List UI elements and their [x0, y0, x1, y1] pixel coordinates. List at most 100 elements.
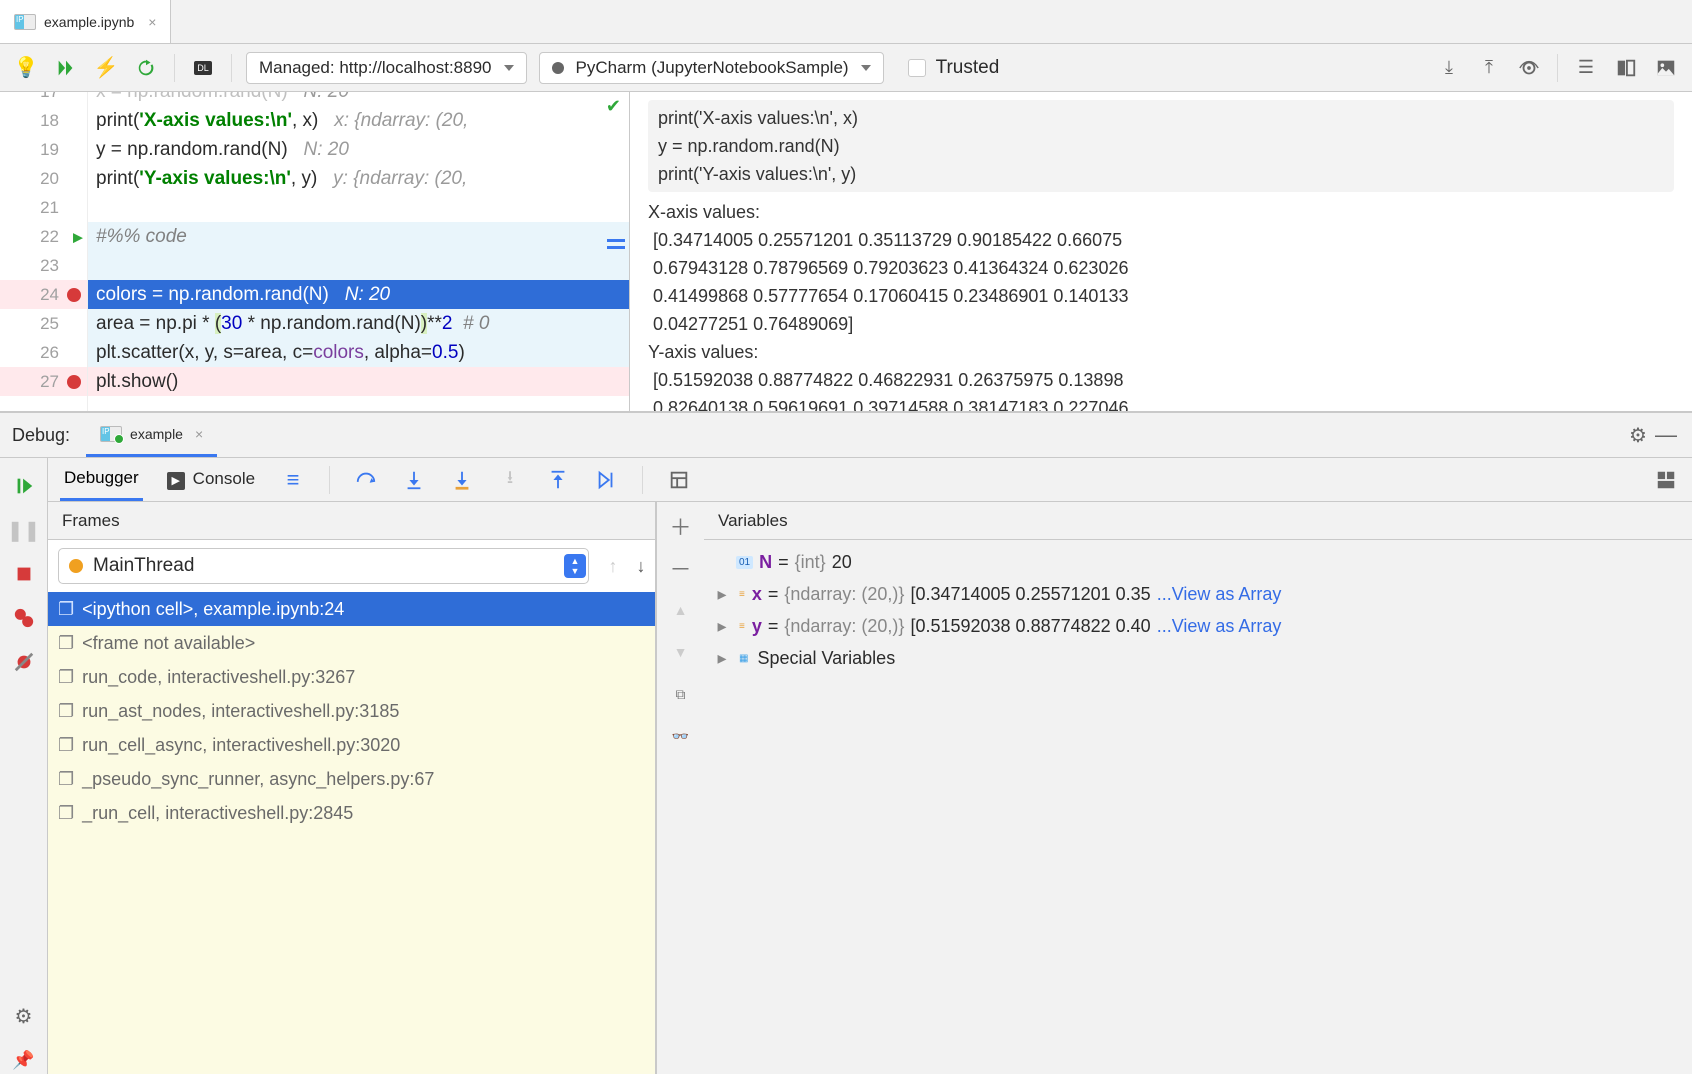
output-panel[interactable]: print('X-axis values:\n', x) y = np.rand… [630, 92, 1692, 411]
debug-session-name: example [130, 426, 183, 442]
stepper-icon[interactable]: ▲▼ [564, 554, 586, 578]
file-tab-name: example.ipynb [44, 14, 134, 30]
restart-icon[interactable] [132, 54, 160, 82]
separator [1557, 54, 1558, 82]
frame-row[interactable]: ❐_pseudo_sync_runner, async_helpers.py:6… [48, 762, 655, 796]
frames-list[interactable]: ❐<ipython cell>, example.ipynb:24❐<frame… [48, 592, 655, 1074]
debug-main: Debugger ▶Console ≡ ⭳ Frames [48, 458, 1692, 1074]
variable-row[interactable]: ▸≡ y = {ndarray: (20,)} [0.51592038 0.88… [708, 610, 1688, 642]
separator [231, 54, 232, 82]
server-combo[interactable]: Managed: http://localhost:8890 [246, 52, 527, 84]
server-combo-label: Managed: http://localhost:8890 [259, 58, 492, 78]
debug-toolwindow-header: Debug: example × ⚙ — [0, 412, 1692, 458]
step-into-my-code-icon[interactable] [448, 466, 476, 494]
lightbulb-icon[interactable]: 💡 [12, 54, 40, 82]
variable-row[interactable]: ▸≡ x = {ndarray: (20,)} [0.34714005 0.25… [708, 578, 1688, 610]
copy-icon[interactable]: ⧉ [667, 680, 695, 708]
next-frame-icon[interactable]: ↓ [627, 552, 655, 580]
chevron-down-icon [504, 65, 514, 71]
frames-panel: Frames MainThread ▲▼ ↑ ↓ [48, 502, 656, 1074]
frame-row[interactable]: ❐<ipython cell>, example.ipynb:24 [48, 592, 655, 626]
evaluate-icon[interactable] [665, 466, 693, 494]
debug-session-tab[interactable]: example × [86, 413, 217, 457]
variables-title: Variables [704, 502, 1692, 540]
pause-icon[interactable]: ❚❚ [10, 516, 38, 544]
tab-console[interactable]: ▶Console [163, 459, 259, 500]
cell-above-icon[interactable]: ⤒ [1475, 54, 1503, 82]
frame-row[interactable]: ❐run_code, interactiveshell.py:3267 [48, 660, 655, 694]
thread-selector[interactable]: MainThread ▲▼ [58, 548, 589, 584]
frame-row[interactable]: ❐<frame not available> [48, 626, 655, 660]
run-to-cursor-icon[interactable] [592, 466, 620, 494]
editor-split: 171819202122▶2324252627 x = np.random.ra… [0, 92, 1692, 412]
stop-icon[interactable] [10, 560, 38, 588]
remove-watch-icon[interactable]: － [667, 554, 695, 582]
up-icon[interactable]: ▲ [667, 596, 695, 624]
file-tabs-bar: example.ipynb × [0, 0, 1692, 44]
separator [174, 54, 175, 82]
debug-toolwindow: ❚❚ ⚙ 📌 Debugger ▶Console ≡ ⭳ [0, 458, 1692, 1074]
variable-row[interactable]: 01 N = {int} 20 [708, 546, 1688, 578]
code-editor[interactable]: 171819202122▶2324252627 x = np.random.ra… [0, 92, 630, 411]
console-icon: ▶ [167, 472, 185, 490]
add-watch-icon[interactable]: ＋ [667, 512, 695, 540]
variables-list[interactable]: 01 N = {int} 20▸≡ x = {ndarray: (20,)} [… [704, 540, 1692, 1074]
jupyter-file-icon [14, 14, 36, 30]
frame-row[interactable]: ❐run_cell_async, interactiveshell.py:302… [48, 728, 655, 762]
tab-debugger[interactable]: Debugger [60, 458, 143, 501]
run-all-icon[interactable] [52, 54, 80, 82]
editor-code[interactable]: x = np.random.rand(N) N: 20print('X-axis… [88, 92, 629, 411]
prev-frame-icon[interactable]: ↑ [599, 552, 627, 580]
down-icon[interactable]: ▼ [667, 638, 695, 666]
debug-panels: Frames MainThread ▲▼ ↑ ↓ [48, 502, 1692, 1074]
dl-icon[interactable]: DL [189, 54, 217, 82]
checkbox-icon[interactable] [908, 59, 926, 77]
preview-icon[interactable] [1515, 54, 1543, 82]
trusted-toggle[interactable]: Trusted [908, 57, 1000, 79]
kernel-combo-label: PyCharm (JupyterNotebookSample) [576, 58, 849, 78]
debug-sidebar: ❚❚ ⚙ 📌 [0, 458, 48, 1074]
thread-status-icon [69, 559, 83, 573]
view-breakpoints-icon[interactable] [10, 604, 38, 632]
resume-icon[interactable] [10, 472, 38, 500]
jupyter-running-icon [100, 426, 122, 442]
frame-row[interactable]: ❐_run_cell, interactiveshell.py:2845 [48, 796, 655, 830]
gear-icon[interactable]: ⚙ [1624, 421, 1652, 449]
threads-icon[interactable]: ≡ [279, 466, 307, 494]
pin-icon[interactable]: 📌 [10, 1046, 38, 1074]
close-icon[interactable]: × [148, 14, 156, 30]
glasses-icon[interactable]: 👓 [667, 722, 695, 750]
close-icon[interactable]: × [195, 426, 203, 442]
variable-row[interactable]: ▸▦ Special Variables [708, 642, 1688, 674]
bolt-icon[interactable]: ⚡ [92, 54, 120, 82]
frames-title: Frames [48, 502, 655, 540]
minimize-icon[interactable]: — [1652, 421, 1680, 449]
jupyter-toolbar: 💡 ⚡ DL Managed: http://localhost:8890 Py… [0, 44, 1692, 92]
editor-gutter[interactable]: 171819202122▶2324252627 [0, 92, 88, 411]
separator [642, 466, 643, 494]
settings-icon[interactable]: ⚙ [10, 1002, 38, 1030]
cell-below-icon[interactable]: ⤓ [1435, 54, 1463, 82]
separator [329, 466, 330, 494]
force-step-into-icon[interactable]: ⭳ [496, 466, 524, 494]
file-tab[interactable]: example.ipynb × [0, 0, 171, 43]
inspection-ok-icon: ✔ [606, 96, 621, 117]
mute-breakpoints-icon[interactable] [10, 648, 38, 676]
image-view-icon[interactable] [1652, 54, 1680, 82]
debug-tabs: Debugger ▶Console ≡ ⭳ [48, 458, 1692, 502]
output-source-block: print('X-axis values:\n', x) y = np.rand… [648, 100, 1674, 192]
kernel-combo[interactable]: PyCharm (JupyterNotebookSample) [539, 52, 884, 84]
cell-marker-icon [607, 239, 625, 249]
frame-row[interactable]: ❐run_ast_nodes, interactiveshell.py:3185 [48, 694, 655, 728]
layout-icon[interactable] [1652, 466, 1680, 494]
trusted-label: Trusted [936, 57, 1000, 79]
ide-window: example.ipynb × 💡 ⚡ DL Managed: http://l… [0, 0, 1692, 1074]
split-view-icon[interactable] [1612, 54, 1640, 82]
variables-panel: Variables 01 N = {int} 20▸≡ x = {ndarray… [704, 502, 1692, 1074]
chevron-down-icon [861, 65, 871, 71]
step-over-icon[interactable] [352, 466, 380, 494]
step-into-icon[interactable] [400, 466, 428, 494]
list-view-icon[interactable]: ☰ [1572, 54, 1600, 82]
debug-title: Debug: [12, 425, 70, 446]
step-out-icon[interactable] [544, 466, 572, 494]
